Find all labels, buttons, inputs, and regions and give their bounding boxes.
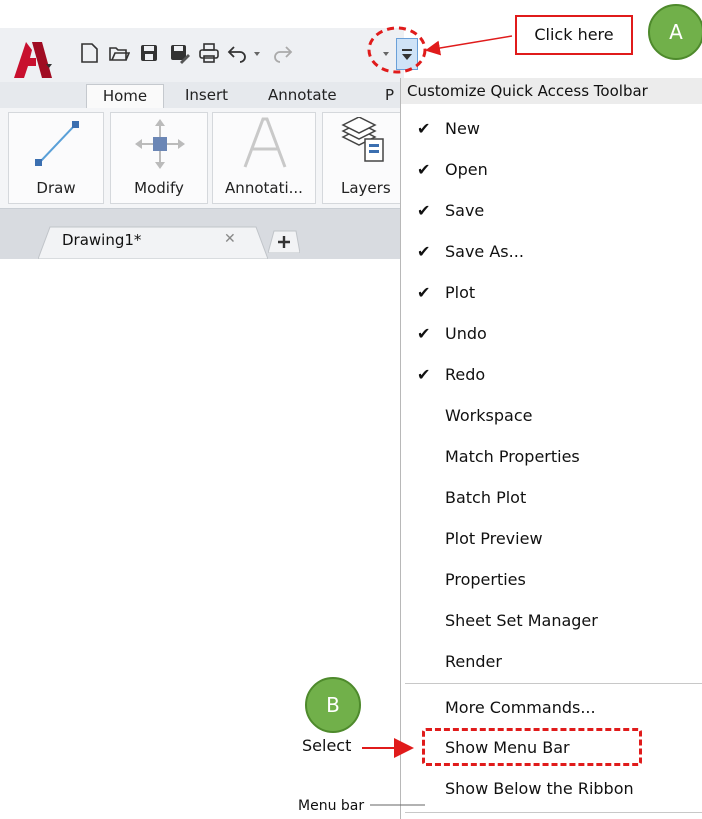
menu-item-save[interactable]: ✔ Save [401,191,702,231]
menu-item-label: New [445,119,480,138]
menu-item-label: Show Below the Ribbon [445,779,634,798]
undo-icon[interactable] [226,42,248,64]
checkmark-icon: ✔ [417,283,431,302]
tab-annotate[interactable]: Annotate [268,84,337,108]
panel-layers-label: Layers [341,179,391,197]
menu-item-label: Render [445,652,502,671]
menu-item-plot-preview[interactable]: Plot Preview [401,519,702,559]
panel-annotation[interactable]: Annotati... [212,112,316,204]
menu-item-label: Open [445,160,488,179]
panel-modify[interactable]: Modify [110,112,208,204]
plot-icon[interactable] [198,42,220,64]
save-icon[interactable] [138,42,160,64]
autocad-logo-icon[interactable] [12,38,52,80]
tab-parametric-partial[interactable]: P [385,84,394,108]
show-menu-bar-highlight [422,728,642,766]
checkmark-icon: ✔ [417,119,431,138]
menu-item-label: Redo [445,365,486,384]
menu-item-batch-plot[interactable]: Batch Plot [401,478,702,518]
menu-item-sheet-set-manager[interactable]: Sheet Set Manager [401,601,702,641]
layers-icon [341,117,384,162]
customize-toolbar-dropdown-button[interactable] [396,38,418,70]
new-icon[interactable] [78,42,100,64]
menu-bar-annotation-label: Menu bar [298,798,365,814]
checkmark-icon: ✔ [417,160,431,179]
panel-modify-label: Modify [134,179,184,197]
checkmark-icon: ✔ [417,242,431,261]
undo-dropdown-icon[interactable] [252,42,262,64]
panel-draw-label: Draw [36,179,76,197]
panel-layers[interactable]: Layers [322,112,404,204]
menu-item-undo[interactable]: ✔ Undo [401,314,702,354]
menu-separator [405,683,702,684]
save-as-icon[interactable] [168,42,190,64]
menu-item-label: Match Properties [445,447,580,466]
menu-item-label: Sheet Set Manager [445,611,598,630]
move-icon [135,119,185,169]
panel-draw[interactable]: Draw [8,112,104,204]
tab-home[interactable]: Home [86,84,164,108]
chevron-down-icon [402,49,412,60]
menu-item-show-below-ribbon[interactable]: Show Below the Ribbon [401,769,702,809]
text-a-icon [243,117,287,168]
callout-arrow [425,35,513,56]
menu-item-label: Plot Preview [445,529,543,548]
checkmark-icon: ✔ [417,201,431,220]
document-tab-bar: Drawing1* ✕ [0,209,404,259]
menu-item-label: More Commands... [445,698,596,717]
select-annotation-label: Select [302,736,352,755]
ribbon-tab-bar: Home Insert Annotate P [0,82,404,109]
redo-icon[interactable] [272,42,294,64]
menu-item-label: Plot [445,283,476,302]
menu-item-match-properties[interactable]: Match Properties [401,437,702,477]
menu-item-open[interactable]: ✔ Open [401,150,702,190]
checkmark-icon: ✔ [417,324,431,343]
menu-item-render[interactable]: Render [401,642,702,682]
new-drawing-tab-icon[interactable] [268,229,300,253]
menu-item-label: Properties [445,570,526,589]
step-a-badge: A [648,4,702,60]
panel-annotation-label: Annotati... [225,179,303,197]
menu-item-properties[interactable]: Properties [401,560,702,600]
tab-drawing1-label: Drawing1* [62,231,142,249]
close-icon[interactable]: ✕ [224,231,236,247]
customize-toolbar-menu: Customize Quick Access Toolbar ✔ New ✔ O… [400,78,702,819]
menu-separator [405,812,702,813]
line-icon [35,121,79,166]
ribbon: Draw Modify Annotati... Layers [0,108,404,209]
menu-item-label: Save As... [445,242,524,261]
menu-item-workspace[interactable]: Workspace [401,396,702,436]
menu-item-save-as[interactable]: ✔ Save As... [401,232,702,272]
menu-item-label: Save [445,201,485,220]
menu-title: Customize Quick Access Toolbar [401,78,702,104]
open-icon[interactable] [108,42,130,64]
step-b-badge: B [305,677,361,733]
menu-item-label: Workspace [445,406,533,425]
menu-item-new[interactable]: ✔ New [401,109,702,149]
tab-insert[interactable]: Insert [185,84,228,108]
redo-dropdown-icon[interactable] [380,42,392,64]
menu-item-redo[interactable]: ✔ Redo [401,355,702,395]
menu-item-label: Batch Plot [445,488,527,507]
click-here-callout: Click here [515,15,633,55]
menu-item-label: Undo [445,324,487,343]
menu-item-plot[interactable]: ✔ Plot [401,273,702,313]
menu-item-more-commands[interactable]: More Commands... [401,688,702,728]
checkmark-icon: ✔ [417,365,431,384]
